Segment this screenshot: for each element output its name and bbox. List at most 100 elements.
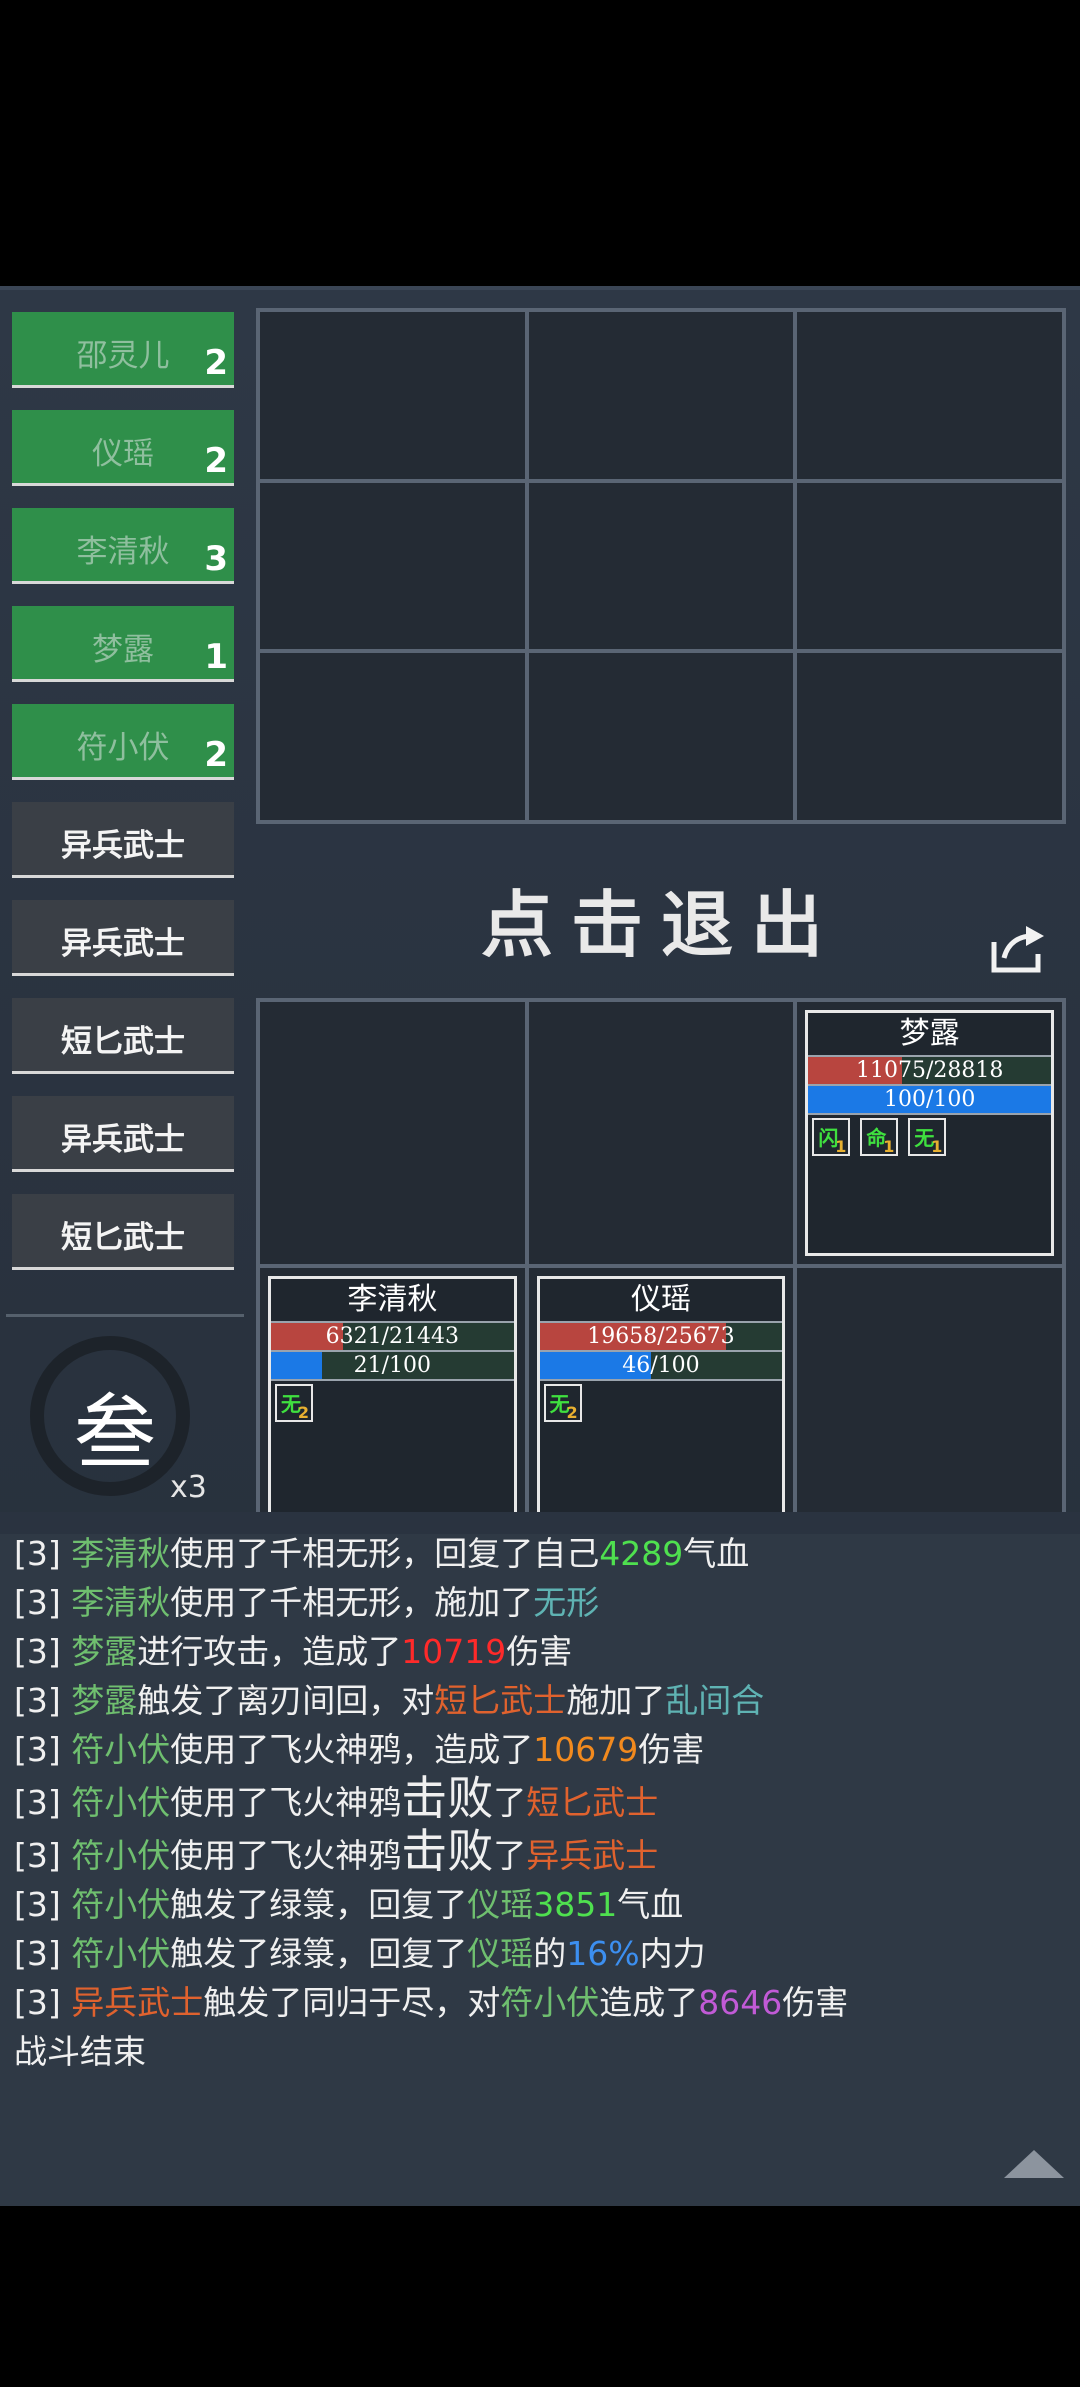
buff-stacks: 2 xyxy=(566,1403,578,1422)
log-segment: [3] xyxy=(14,1632,72,1671)
log-line: [3] 符小伏触发了绿箓，回复了仪瑶的16%内力 xyxy=(14,1929,1064,1978)
grid-cell[interactable] xyxy=(528,653,794,820)
buff-icon[interactable]: 无2 xyxy=(543,1384,582,1422)
roster-item[interactable]: 李清秋 3 xyxy=(12,508,234,584)
grid-cell[interactable] xyxy=(528,482,794,650)
log-segment: [3] xyxy=(14,1885,72,1924)
mp-bar: 46/100 xyxy=(539,1352,783,1381)
log-segment: 使用了千相无形，施加了 xyxy=(170,1583,534,1622)
grid-cell[interactable] xyxy=(528,312,794,479)
log-line: [3] 符小伏使用了飞火神鸦击败了异兵武士 xyxy=(14,1827,1064,1880)
roster-item[interactable]: 邵灵儿 2 xyxy=(12,312,234,388)
grid-cell[interactable] xyxy=(797,653,1062,820)
roster-item-count: 2 xyxy=(204,343,228,383)
buff-icon[interactable]: 命1 xyxy=(860,1118,899,1156)
log-segment: 16% xyxy=(566,1934,640,1973)
roster-item-name: 短匕武士 xyxy=(61,1220,185,1256)
log-segment: 10719 xyxy=(401,1632,507,1671)
log-segment: 战斗结束 xyxy=(14,2032,146,2071)
log-line: [3] 梦露触发了离刃间回，对短匕武士施加了乱间合 xyxy=(14,1676,1064,1725)
log-segment: 造成了 xyxy=(599,1983,699,2022)
roster-divider xyxy=(6,1314,244,1317)
exit-button[interactable]: 点击退出 xyxy=(256,866,1066,971)
log-top-fade xyxy=(0,1512,1080,1534)
roster-item-name: 仪瑶 xyxy=(92,436,154,472)
top-border xyxy=(0,286,1080,290)
mp-bar: 100/100 xyxy=(808,1086,1051,1115)
buff-icon[interactable]: 无2 xyxy=(275,1384,313,1422)
buff-icon[interactable]: 闪1 xyxy=(812,1118,851,1156)
log-segment: 乱间合 xyxy=(665,1681,765,1720)
log-segment: [3] xyxy=(14,1583,72,1622)
grid-cell[interactable] xyxy=(528,1002,794,1264)
log-segment: [3] xyxy=(14,1681,72,1720)
roster-item[interactable]: 短匕武士 xyxy=(12,998,234,1074)
roster-item[interactable]: 异兵武士 xyxy=(12,900,234,976)
log-segment: 无形 xyxy=(533,1583,600,1622)
log-segment: 李清秋 xyxy=(71,1583,171,1622)
roster-item-name: 异兵武士 xyxy=(61,828,185,864)
grid-cell[interactable]: 李清秋 6321/21443 21/100 无 2 xyxy=(260,1268,525,1530)
log-line: [3] 李清秋使用了千相无形，回复了自己4289气血 xyxy=(14,1529,1064,1578)
log-segment: 伤害 xyxy=(638,1730,705,1769)
log-segment: 使用了飞火神鸦，造成了 xyxy=(170,1730,534,1769)
share-icon[interactable] xyxy=(988,924,1048,974)
log-segment: 内力 xyxy=(639,1934,706,1973)
grid-cell[interactable]: 梦露 11075/28818 100/100 闪 1 命 1 无 1 xyxy=(797,1002,1062,1264)
buff-row: 无2 xyxy=(540,1381,783,1425)
grid-cell[interactable] xyxy=(260,312,525,479)
log-segment: 李清秋 xyxy=(71,1534,171,1573)
log-line: 战斗结束 xyxy=(14,2027,1064,2076)
speed-label: 叁 xyxy=(74,1386,157,1481)
grid-cell[interactable] xyxy=(797,482,1062,650)
log-segment: 触发了离刃间回，对 xyxy=(137,1681,435,1720)
log-segment: [3] xyxy=(14,1534,72,1573)
unit-card[interactable]: 仪瑶 19658/25673 46/100 无 2 xyxy=(536,1276,786,1522)
grid-cell[interactable] xyxy=(260,653,525,820)
roster-item[interactable]: 异兵武士 xyxy=(12,1096,234,1172)
log-segment: 进行攻击，造成了 xyxy=(137,1632,402,1671)
hp-text: 6321/21443 xyxy=(325,1324,460,1349)
roster-item[interactable]: 仪瑶 2 xyxy=(12,410,234,486)
log-segment: 使用了飞火神鸦 xyxy=(170,1783,402,1822)
log-line: [3] 符小伏触发了绿箓，回复了仪瑶3851气血 xyxy=(14,1880,1064,1929)
log-segment: 伤害 xyxy=(782,1983,849,2022)
grid-cell[interactable] xyxy=(260,1002,525,1264)
buff-row: 无2 xyxy=(271,1381,514,1425)
log-segment: 的 xyxy=(533,1934,567,1973)
roster-item[interactable]: 梦露 1 xyxy=(12,606,234,682)
grid-cell[interactable] xyxy=(797,1268,1062,1530)
log-segment: 使用了飞火神鸦 xyxy=(170,1836,402,1875)
log-segment: 符小伏 xyxy=(71,1836,171,1875)
log-segment: 符小伏 xyxy=(71,1934,171,1973)
log-segment: 符小伏 xyxy=(71,1730,171,1769)
log-segment: 使用了千相无形，回复了自己 xyxy=(170,1534,600,1573)
log-segment: 气血 xyxy=(617,1885,684,1924)
mp-text: 100/100 xyxy=(883,1087,976,1112)
roster-item[interactable]: 短匕武士 xyxy=(12,1194,234,1270)
unit-name: 李清秋 xyxy=(271,1279,514,1323)
roster-item-name: 符小伏 xyxy=(76,730,170,766)
log-segment: 梦露 xyxy=(71,1632,138,1671)
roster-item-name: 梦露 xyxy=(92,632,154,668)
roster-item-count: 3 xyxy=(204,539,228,579)
log-segment: 触发了同归于尽，对 xyxy=(203,1983,501,2022)
grid-cell[interactable] xyxy=(260,482,525,650)
unit-card[interactable]: 梦露 11075/28818 100/100 闪 1 命 1 无 1 xyxy=(805,1010,1054,1256)
grid-cell[interactable]: 仪瑶 19658/25673 46/100 无 2 xyxy=(528,1268,794,1530)
hp-bar: 19658/25673 xyxy=(539,1323,783,1352)
battle-screen: 邵灵儿 2 仪瑶 2 李清秋 3 梦露 1 符小伏 2 异兵武士 异兵武士 短匕武士 异兵武士 短匕武士 叁… xyxy=(0,286,1080,2206)
log-segment: [3] xyxy=(14,1730,72,1769)
roster-item[interactable]: 异兵武士 xyxy=(12,802,234,878)
log-line: [3] 李清秋使用了千相无形，施加了无形 xyxy=(14,1578,1064,1627)
roster-item[interactable]: 符小伏 2 xyxy=(12,704,234,780)
unit-name: 仪瑶 xyxy=(539,1279,783,1323)
log-segment: 异兵武士 xyxy=(526,1836,659,1875)
grid-cell[interactable] xyxy=(797,312,1062,479)
buff-icon[interactable]: 无1 xyxy=(908,1118,947,1156)
log-line: [3] 异兵武士触发了同归于尽，对符小伏造成了8646伤害 xyxy=(14,1978,1064,2027)
unit-card[interactable]: 李清秋 6321/21443 21/100 无 2 xyxy=(268,1276,517,1522)
log-segment: 4289 xyxy=(599,1534,684,1573)
roster-item-name: 短匕武士 xyxy=(61,1024,185,1060)
scroll-up-icon[interactable] xyxy=(1002,2146,1066,2180)
